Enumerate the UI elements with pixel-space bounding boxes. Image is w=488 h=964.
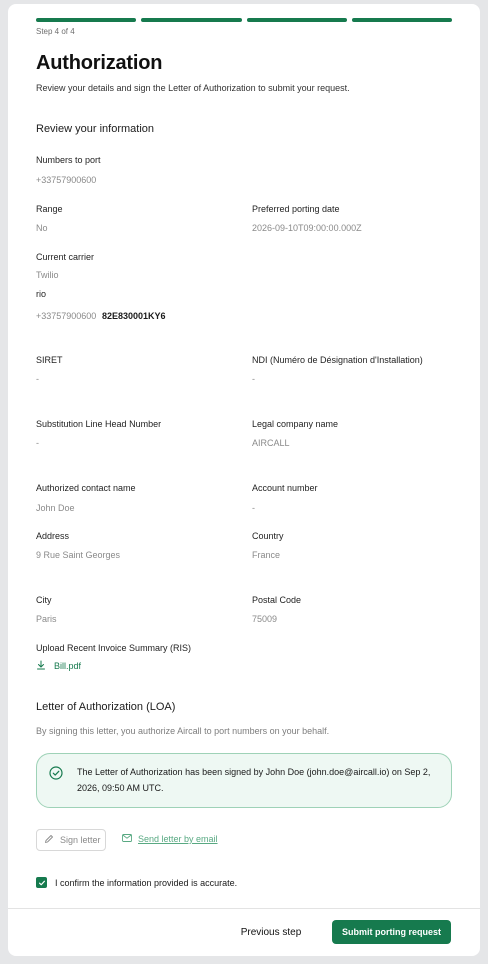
account-number-label: Account number <box>252 483 318 493</box>
address-label: Address <box>36 531 70 541</box>
checkmark-icon <box>38 880 45 885</box>
rio-code: 82E830001KY6 <box>102 311 166 321</box>
loa-signed-notice: The Letter of Authorization has been sig… <box>36 753 452 808</box>
city-label: City <box>36 595 52 605</box>
send-letter-email-button[interactable]: Send letter by email <box>122 834 218 844</box>
review-section-title: Review your information <box>36 123 154 135</box>
step-4-bar <box>351 18 452 22</box>
city-value: Paris <box>36 614 57 624</box>
range-label: Range <box>36 204 63 214</box>
step-label: Step 4 of 4 <box>36 27 75 36</box>
mail-icon <box>122 834 132 844</box>
siret-label: SIRET <box>36 355 63 365</box>
country-value: France <box>252 550 281 560</box>
loa-helper-text: By signing this letter, you authorize Ai… <box>36 726 330 736</box>
confirm-label: I confirm the information provided is ac… <box>55 877 238 888</box>
invoice-file-link[interactable]: Bill.pdf <box>36 660 81 672</box>
preferred-date-label: Preferred porting date <box>252 204 340 214</box>
legal-name-label: Legal company name <box>252 419 339 429</box>
footer-divider <box>8 908 480 909</box>
current-carrier-value: Twilio <box>36 270 59 280</box>
rio-label: rio <box>36 289 47 299</box>
current-carrier-label: Current carrier <box>36 252 95 262</box>
authorization-card: Step 4 of 4 Authorization Review your de… <box>8 4 480 956</box>
download-icon <box>36 660 46 672</box>
sign-letter-label: Sign letter <box>60 835 101 845</box>
siret-value: - <box>36 374 39 384</box>
substitution-label: Substitution Line Head Number <box>36 419 162 429</box>
ndi-label: NDI (Numéro de Désignation d'Installatio… <box>252 355 423 365</box>
contact-name-value: John Doe <box>36 503 75 513</box>
send-letter-email-label: Send letter by email <box>138 834 218 844</box>
confirm-row: I confirm the information provided is ac… <box>36 877 237 888</box>
confirm-checkbox[interactable] <box>36 877 47 888</box>
rio-number: +33757900600 <box>36 311 97 321</box>
submit-porting-request-button[interactable]: Submit porting request <box>332 920 451 944</box>
substitution-value: - <box>36 438 39 448</box>
step-3-bar <box>246 18 347 22</box>
country-label: Country <box>252 531 284 541</box>
loa-section-title: Letter of Authorization (LOA) <box>36 701 176 713</box>
page-title: Authorization <box>36 52 163 74</box>
numbers-to-port-value: +33757900600 <box>36 175 97 185</box>
numbers-to-port-label: Numbers to port <box>36 155 101 165</box>
step-1-bar <box>36 18 137 22</box>
postal-code-value: 75009 <box>252 614 278 624</box>
address-value: 9 Rue Saint Georges <box>36 550 121 560</box>
preferred-date-value: 2026-09-10T09:00:00.000Z <box>252 223 362 233</box>
range-value: No <box>36 223 48 233</box>
ndi-value: - <box>252 374 255 384</box>
step-2-bar <box>141 18 242 22</box>
legal-name-value: AIRCALL <box>252 438 290 448</box>
progress-stepper <box>36 18 452 22</box>
sign-letter-button[interactable]: Sign letter <box>36 829 106 851</box>
contact-name-label: Authorized contact name <box>36 483 136 493</box>
check-circle-icon <box>49 766 63 780</box>
page-subtitle: Review your details and sign the Letter … <box>36 83 350 93</box>
postal-code-label: Postal Code <box>252 595 302 605</box>
loa-notice-text: The Letter of Authorization has been sig… <box>77 767 431 793</box>
account-number-value: - <box>252 503 255 513</box>
pencil-icon <box>44 834 54 846</box>
invoice-file-name: Bill.pdf <box>54 661 82 671</box>
previous-step-button[interactable]: Previous step <box>230 922 312 944</box>
invoice-label: Upload Recent Invoice Summary (RIS) <box>36 643 192 653</box>
